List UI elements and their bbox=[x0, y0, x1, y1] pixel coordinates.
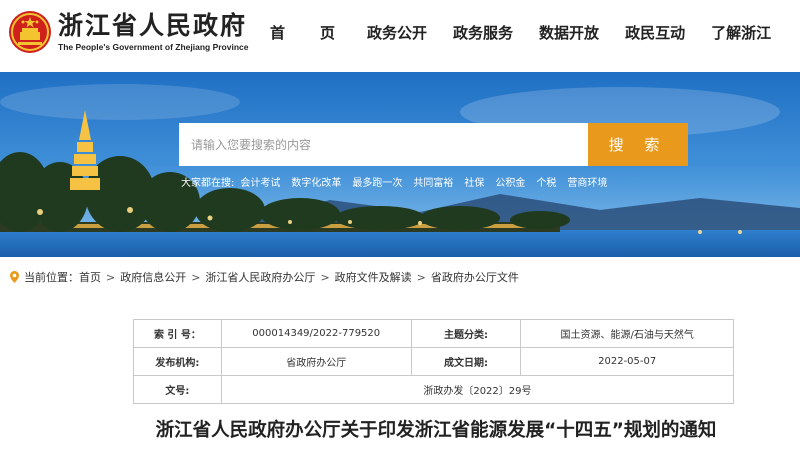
category-label: 主题分类: bbox=[410, 319, 522, 348]
nav-gov-affairs-open[interactable]: 政务公开 bbox=[367, 22, 427, 43]
nav-about-zhejiang[interactable]: 了解浙江 bbox=[711, 22, 771, 43]
category-value: 国土资源、能源/石油与天然气 bbox=[520, 319, 734, 348]
table-row: 文号: 浙政办发〔2022〕29号 bbox=[133, 375, 735, 404]
date-value: 2022-05-07 bbox=[520, 347, 734, 376]
breadcrumb: 当前位置： 首页 > 政府信息公开 > 浙江省人民政府办公厅 > 政府文件及解读… bbox=[10, 269, 519, 285]
nav-interaction[interactable]: 政民互动 bbox=[625, 22, 685, 43]
document-title: 浙江省人民政府办公厅关于印发浙江省能源发展“十四五”规划的通知 bbox=[155, 420, 717, 441]
site-logo[interactable]: 浙江省人民政府 The People's Government of Zheji… bbox=[8, 10, 248, 54]
site-name: 浙江省人民政府 bbox=[58, 11, 248, 40]
breadcrumb-office-files[interactable]: 省政府办公厅文件 bbox=[431, 269, 519, 285]
site-header: 浙江省人民政府 The People's Government of Zheji… bbox=[0, 0, 800, 72]
nav-open-data[interactable]: 数据开放 bbox=[539, 22, 599, 43]
nav-gov-services[interactable]: 政务服务 bbox=[453, 22, 513, 43]
docno-value: 浙政办发〔2022〕29号 bbox=[220, 375, 735, 404]
breadcrumb-separator: > bbox=[106, 270, 116, 284]
hot-search-label: 大家都在搜: bbox=[181, 178, 235, 189]
breadcrumb-separator: > bbox=[191, 270, 201, 284]
breadcrumb-office[interactable]: 浙江省人民政府办公厅 bbox=[205, 269, 315, 285]
hot-search-item[interactable]: 营商环境 bbox=[567, 174, 607, 189]
date-label: 成文日期: bbox=[410, 347, 522, 376]
search-input[interactable] bbox=[179, 123, 588, 166]
hot-search-item[interactable]: 社保 bbox=[464, 174, 484, 189]
breadcrumb-documents[interactable]: 政府文件及解读 bbox=[335, 269, 412, 285]
location-pin-icon bbox=[10, 271, 19, 283]
index-value: 000014349/2022-779520 bbox=[220, 319, 412, 348]
national-emblem-icon bbox=[9, 11, 51, 53]
breadcrumb-separator: > bbox=[320, 270, 330, 284]
search-button[interactable]: 搜 索 bbox=[588, 123, 688, 166]
hot-search-item[interactable]: 会计考试 bbox=[240, 174, 280, 189]
breadcrumb-label: 当前位置： bbox=[24, 271, 79, 284]
hot-search-item[interactable]: 数字化改革 bbox=[291, 174, 341, 189]
breadcrumb-gov-info[interactable]: 政府信息公开 bbox=[120, 269, 186, 285]
table-row: 索 引 号： 000014349/2022-779520 主题分类: 国土资源、… bbox=[133, 319, 734, 348]
docno-label: 文号: bbox=[133, 375, 222, 404]
breadcrumb-home[interactable]: 首页 bbox=[79, 269, 101, 285]
site-name-en: The People's Government of Zhejiang Prov… bbox=[58, 42, 249, 52]
hot-search-item[interactable]: 共同富裕 bbox=[413, 174, 453, 189]
hot-search-item[interactable]: 个税 bbox=[536, 174, 556, 189]
nav-home[interactable]: 首 页 bbox=[270, 22, 345, 43]
breadcrumb-separator: > bbox=[416, 270, 426, 284]
main-nav: 首 页 政务公开 政务服务 数据开放 政民互动 了解浙江 bbox=[270, 22, 797, 43]
hot-search-item[interactable]: 最多跑一次 bbox=[352, 174, 402, 189]
publisher-label: 发布机构: bbox=[133, 347, 222, 376]
table-row: 发布机构: 省政府办公厅 成文日期: 2022-05-07 bbox=[133, 347, 734, 376]
hot-searches: 大家都在搜: 会计考试 数字化改革 最多跑一次 共同富裕 社保 公积金 个税 营… bbox=[181, 174, 618, 189]
hot-search-item[interactable]: 公积金 bbox=[495, 174, 525, 189]
publisher-value: 省政府办公厅 bbox=[220, 347, 412, 376]
index-label: 索 引 号： bbox=[133, 319, 222, 348]
document-info-table: 索 引 号： 000014349/2022-779520 主题分类: 国土资源、… bbox=[133, 319, 735, 404]
hero-banner: 搜 索 大家都在搜: 会计考试 数字化改革 最多跑一次 共同富裕 社保 公积金 … bbox=[0, 72, 800, 257]
